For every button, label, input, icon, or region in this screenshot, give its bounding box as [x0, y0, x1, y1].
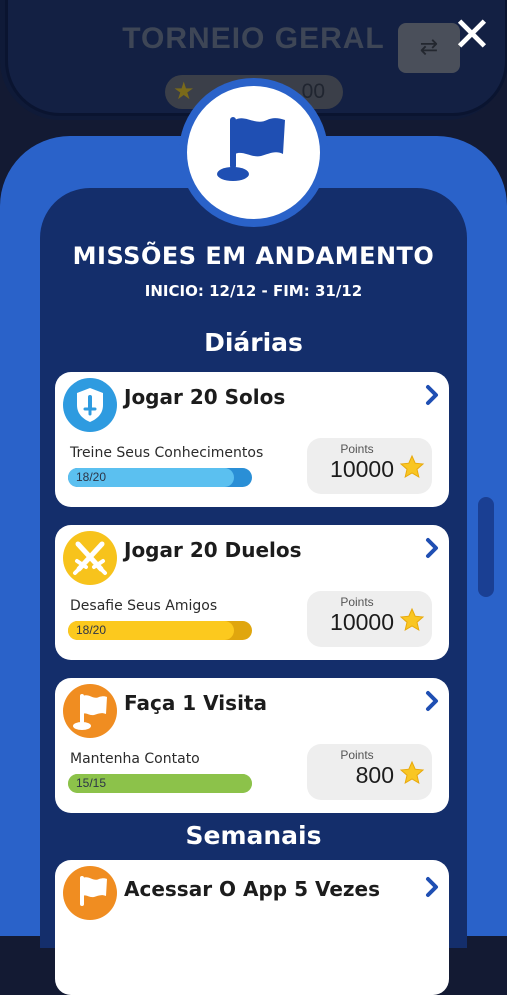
reward-label: Points — [340, 748, 374, 762]
chevron-right-icon — [426, 385, 438, 405]
mission-card-solos[interactable]: Jogar 20 Solos Treine Seus Conhecimentos… — [55, 372, 449, 507]
section-weekly: Semanais — [185, 821, 322, 850]
flag-icon — [217, 117, 285, 181]
mission-card-app-access[interactable]: Acessar O App 5 Vezes — [55, 860, 449, 995]
mission-title: Jogar 20 Solos — [124, 385, 286, 409]
reward-value: 800 — [355, 762, 394, 788]
shield-icon — [77, 388, 103, 422]
mission-subtitle: Desafie Seus Amigos — [70, 598, 218, 614]
reward-label: Points — [340, 595, 374, 609]
reward-box: Points 10000 — [307, 591, 432, 647]
reward-value: 10000 — [330, 456, 394, 482]
flag-icon — [73, 694, 107, 730]
chevron-right-icon — [426, 691, 438, 711]
reward-box: Points 800 — [307, 744, 432, 800]
progress-bar: 15/15 — [68, 774, 252, 793]
mission-icon-badge — [63, 684, 117, 738]
mission-icon-badge — [63, 378, 117, 432]
progress-text: 18/20 — [76, 623, 107, 637]
mission-card-duels[interactable]: Jogar 20 Duelos Desafie Seus Amigos 18/2… — [55, 525, 449, 660]
mission-icon-badge — [63, 866, 117, 920]
crossed-swords-icon — [73, 541, 107, 575]
chevron-right-icon — [426, 538, 438, 558]
star-icon — [399, 760, 425, 785]
mission-card-visit[interactable]: Faça 1 Visita Mantenha Contato 15/15 Poi… — [55, 678, 449, 813]
section-daily: Diárias — [204, 328, 303, 357]
modal-title: MISSÕES EM ANDAMENTO — [72, 242, 435, 270]
star-icon: ★ — [173, 77, 195, 105]
star-icon — [399, 454, 425, 479]
mission-title: Jogar 20 Duelos — [124, 538, 302, 562]
mission-subtitle: Mantenha Contato — [70, 751, 200, 767]
flag-icon — [80, 876, 107, 906]
mission-subtitle: Treine Seus Conhecimentos — [70, 445, 264, 461]
close-icon[interactable]: ✕ — [448, 11, 496, 60]
progress-bar: 18/20 — [68, 621, 252, 640]
progress-text: 15/15 — [76, 776, 107, 790]
scrollbar-thumb[interactable] — [478, 497, 494, 597]
modal-dates: INICIO: 12/12 - FIM: 31/12 — [144, 282, 363, 300]
mission-icon-badge — [63, 531, 117, 585]
progress-bar: 18/20 — [68, 468, 252, 487]
reward-value: 10000 — [330, 609, 394, 635]
mission-title: Acessar O App 5 Vezes — [124, 877, 381, 901]
progress-text: 18/20 — [76, 470, 107, 484]
chevron-right-icon — [426, 877, 438, 897]
flag-emblem — [187, 86, 320, 219]
reward-label: Points — [340, 442, 374, 456]
reward-box: Points 10000 — [307, 438, 432, 494]
star-icon — [399, 607, 425, 632]
mission-title: Faça 1 Visita — [124, 691, 267, 715]
